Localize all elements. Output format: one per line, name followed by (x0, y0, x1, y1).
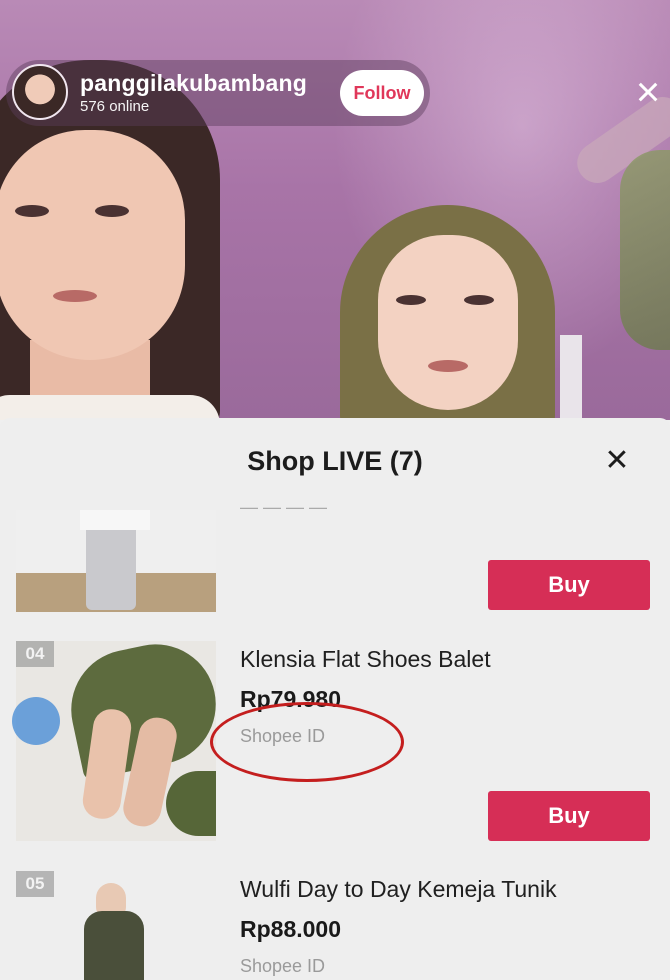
host-1-eye-right (95, 205, 129, 217)
host-name[interactable]: panggilakubambang (80, 70, 307, 97)
product-store: Shopee ID (240, 956, 326, 976)
product-thumbnail[interactable]: 05 (16, 871, 216, 980)
panel-title: Shop LIVE (7) (247, 446, 423, 476)
host-2-face (378, 235, 518, 410)
live-video: panggilakubambang 576 online Follow × (0, 0, 670, 420)
product-price: Rp79.980 (240, 686, 342, 712)
product-thumbnail[interactable] (16, 510, 216, 612)
product-name[interactable]: Wulfi Day to Day Kemeja Tunik (240, 876, 557, 903)
product-index: 05 (16, 871, 54, 897)
buy-button[interactable]: Buy (488, 791, 650, 841)
product-index: 04 (16, 641, 54, 667)
product-image-figure (86, 520, 136, 610)
model-tunic (84, 911, 144, 980)
host-avatar[interactable] (12, 64, 68, 120)
follow-button[interactable]: Follow (340, 70, 424, 116)
host-2-eye-left (396, 295, 426, 305)
door-frame (560, 335, 582, 420)
close-icon[interactable]: ✕ (600, 444, 634, 478)
host-1-mouth (53, 290, 97, 302)
viewer-count: 576 online (80, 98, 150, 115)
product-price: Rp88.000 (240, 916, 342, 942)
touch-indicator (12, 697, 60, 745)
product-name[interactable]: Klensia Flat Shoes Balet (240, 646, 491, 673)
host-1-eye-left (15, 205, 49, 217)
host-1-face (0, 130, 185, 360)
host-2-eye-right (464, 295, 494, 305)
background-plant (620, 150, 670, 350)
cut-off-text: — — — — (240, 506, 340, 514)
host-1-shirt (0, 395, 220, 420)
close-icon[interactable]: × (628, 71, 668, 113)
shop-live-panel: Shop LIVE (7) ✕ — — — — Buy 04 Klensia F… (0, 418, 670, 980)
product-image-top (80, 510, 150, 530)
buy-button[interactable]: Buy (488, 560, 650, 610)
host-2-mouth (428, 360, 468, 372)
product-store: Shopee ID (240, 726, 326, 746)
monstera-leaf-small (166, 771, 216, 836)
